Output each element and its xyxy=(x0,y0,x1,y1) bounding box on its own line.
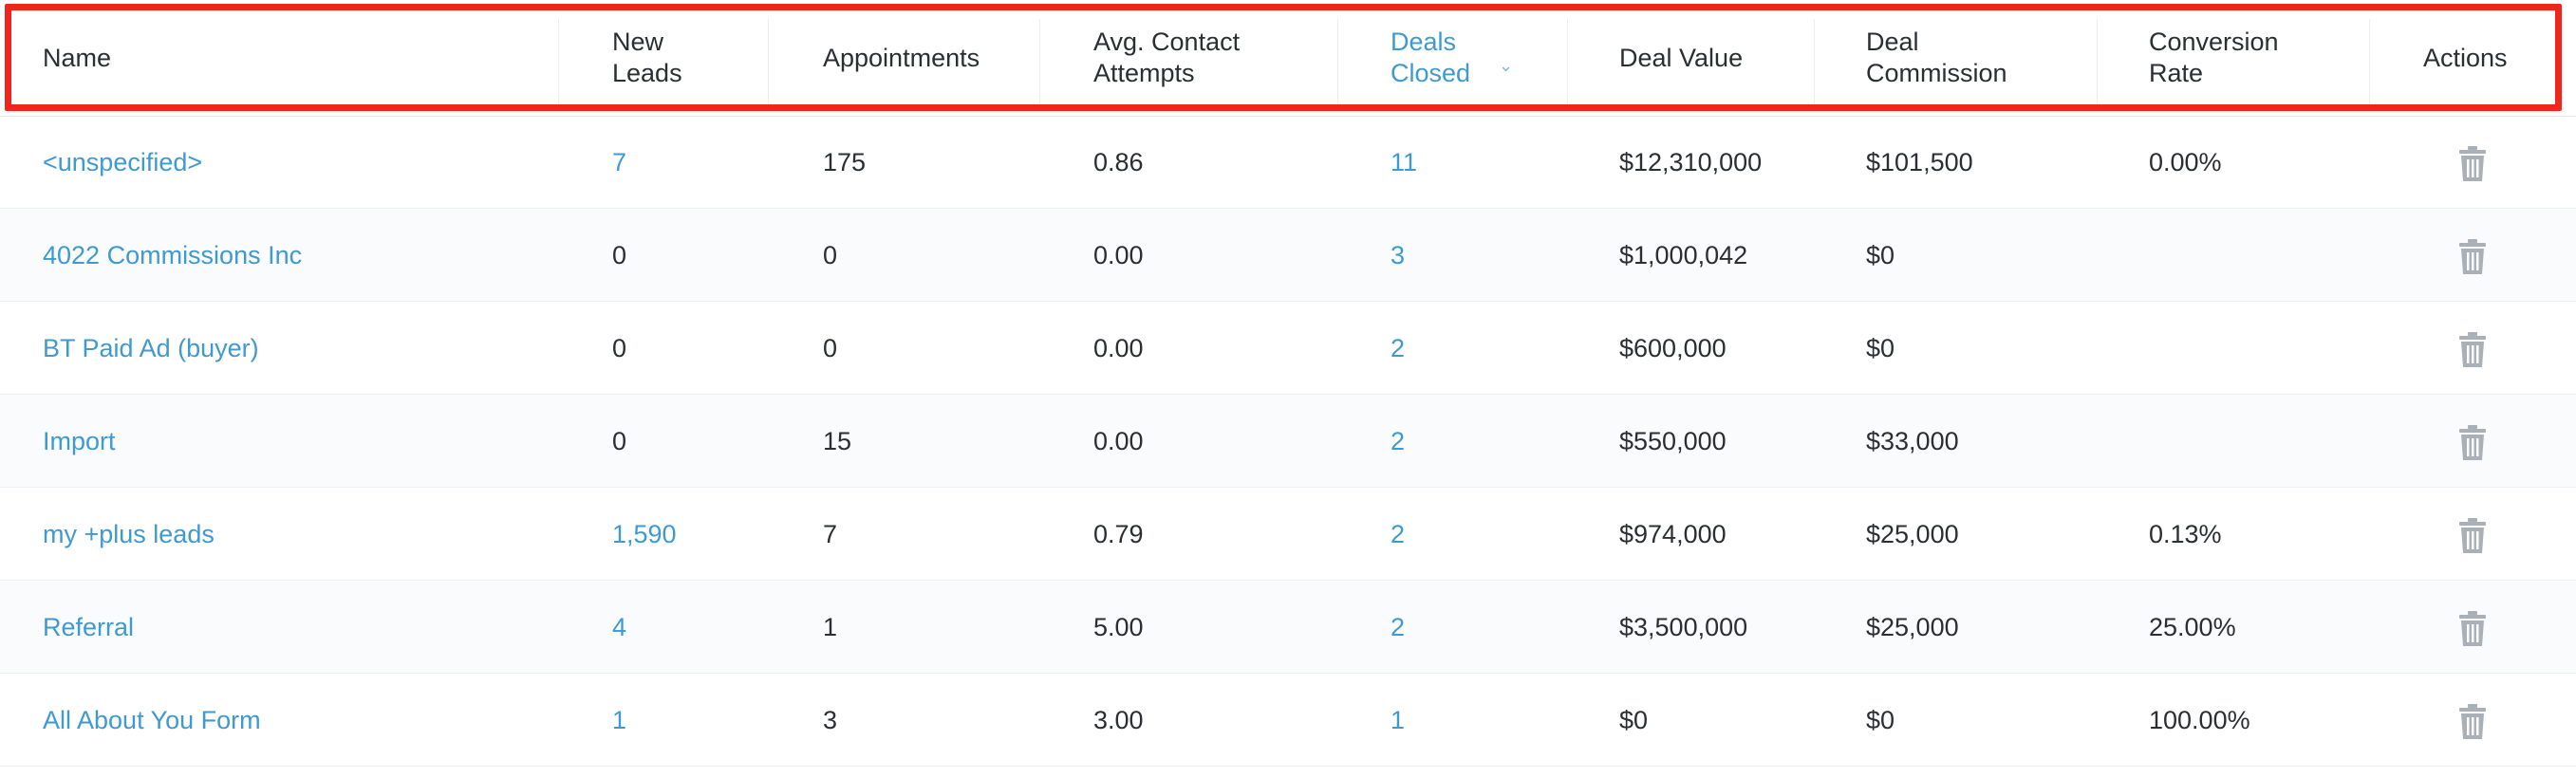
lead-source-name-link[interactable]: Referral xyxy=(43,581,134,674)
table-row: <unspecified> 7 175 0.86 11 $12,310,000 … xyxy=(0,116,2576,209)
deals-closed-link[interactable]: 3 xyxy=(1391,209,1405,302)
column-divider xyxy=(2369,19,2370,104)
lead-source-report: Name New Leads Appointments Avg. Contact… xyxy=(0,0,2576,778)
lead-source-name-link[interactable]: BT Paid Ad (buyer) xyxy=(43,302,259,395)
appointments-value: 15 xyxy=(823,426,852,455)
new-leads-link[interactable]: 1 xyxy=(612,674,626,767)
header-deal-value[interactable]: Deal Value xyxy=(1619,0,1828,116)
new-leads-value: 0 xyxy=(612,333,627,362)
lead-source-name-link[interactable]: 4022 Commissions Inc xyxy=(43,209,302,302)
deal-commission-value: $25,000 xyxy=(1866,519,1959,548)
lead-source-name-link[interactable]: my +plus leads xyxy=(43,488,215,581)
table-row: Import 0 15 0.00 2 $550,000 $33,000 xyxy=(0,395,2576,488)
header-new-leads[interactable]: New Leads xyxy=(612,0,755,116)
header-appointments[interactable]: Appointments xyxy=(823,0,1032,116)
trash-icon[interactable] xyxy=(2458,611,2487,647)
avg-contact-attempts-value: 3.00 xyxy=(1093,705,1144,734)
new-leads-value: 0 xyxy=(612,240,627,269)
column-divider xyxy=(1039,19,1040,104)
header-actions: Actions xyxy=(2423,43,2508,72)
deal-value: $1,000,042 xyxy=(1619,240,1748,269)
lead-source-name-link[interactable]: <unspecified> xyxy=(43,116,202,209)
trash-icon[interactable] xyxy=(2458,518,2487,554)
avg-contact-attempts-value: 0.00 xyxy=(1093,333,1144,362)
appointments-value: 7 xyxy=(823,519,838,548)
column-divider xyxy=(1337,19,1338,104)
header-conversion-rate[interactable]: Conversion Rate xyxy=(2149,0,2358,116)
deal-commission-value: $33,000 xyxy=(1866,426,1959,455)
table-row: 4022 Commissions Inc 0 0 0.00 3 $1,000,0… xyxy=(0,209,2576,302)
trash-icon[interactable] xyxy=(2458,239,2487,275)
column-divider xyxy=(2097,19,2098,104)
deal-value: $600,000 xyxy=(1619,333,1727,362)
conversion-rate-value: 25.00% xyxy=(2149,612,2236,641)
column-divider xyxy=(768,19,769,104)
deals-closed-link[interactable]: 2 xyxy=(1391,395,1405,488)
new-leads-link[interactable]: 7 xyxy=(612,116,626,209)
deals-closed-link[interactable]: 1 xyxy=(1391,674,1405,767)
deal-value: $3,500,000 xyxy=(1619,612,1748,641)
table-row: BT Paid Ad (buyer) 0 0 0.00 2 $600,000 $… xyxy=(0,302,2576,395)
lead-source-name-link[interactable]: All About You Form xyxy=(43,674,261,767)
trash-icon[interactable] xyxy=(2458,704,2487,740)
table-row: All About You Form 1 3 3.00 1 $0 $0 100.… xyxy=(0,674,2576,767)
deal-value: $974,000 xyxy=(1619,519,1727,548)
conversion-rate-value: 100.00% xyxy=(2149,705,2250,734)
appointments-value: 0 xyxy=(823,240,838,269)
header-name[interactable]: Name xyxy=(43,0,327,116)
appointments-value: 1 xyxy=(823,612,838,641)
deal-commission-value: $0 xyxy=(1866,333,1895,362)
deal-commission-value: $0 xyxy=(1866,705,1895,734)
trash-icon[interactable] xyxy=(2458,332,2487,368)
deal-commission-value: $0 xyxy=(1866,240,1895,269)
avg-contact-attempts-value: 0.00 xyxy=(1093,426,1144,455)
new-leads-link[interactable]: 1,590 xyxy=(612,488,677,581)
conversion-rate-value: 0.00% xyxy=(2149,147,2222,176)
avg-contact-attempts-value: 5.00 xyxy=(1093,612,1144,641)
header-deal-commission[interactable]: Deal Commission xyxy=(1866,0,2075,116)
trash-icon[interactable] xyxy=(2458,146,2487,182)
deal-commission-value: $25,000 xyxy=(1866,612,1959,641)
avg-contact-attempts-value: 0.00 xyxy=(1093,240,1144,269)
avg-contact-attempts-value: 0.86 xyxy=(1093,147,1144,176)
avg-contact-attempts-value: 0.79 xyxy=(1093,519,1144,548)
column-divider xyxy=(1567,19,1568,104)
deal-value: $550,000 xyxy=(1619,426,1727,455)
deals-closed-link[interactable]: 2 xyxy=(1391,302,1405,395)
deals-closed-link[interactable]: 2 xyxy=(1391,581,1405,674)
deal-value: $0 xyxy=(1619,705,1649,734)
table-row: Referral 4 1 5.00 2 $3,500,000 $25,000 2… xyxy=(0,581,2576,674)
new-leads-link[interactable]: 4 xyxy=(612,581,626,674)
column-divider xyxy=(558,19,559,104)
column-divider xyxy=(1814,19,1815,104)
conversion-rate-value: 0.13% xyxy=(2149,519,2222,548)
chevron-down-icon[interactable]: ⌄ xyxy=(1499,50,1513,82)
header-deals-closed[interactable]: Deals Closed ⌄ xyxy=(1391,0,1580,116)
deal-commission-value: $101,500 xyxy=(1866,147,1973,176)
appointments-value: 0 xyxy=(823,333,838,362)
trash-icon[interactable] xyxy=(2458,425,2487,461)
deal-value: $12,310,000 xyxy=(1619,147,1763,176)
appointments-value: 3 xyxy=(823,705,838,734)
new-leads-value: 0 xyxy=(612,426,627,455)
deals-closed-link[interactable]: 11 xyxy=(1391,116,1417,209)
appointments-value: 175 xyxy=(823,147,867,176)
deals-closed-link[interactable]: 2 xyxy=(1391,488,1405,581)
lead-source-name-link[interactable]: Import xyxy=(43,395,116,488)
table-header: Name New Leads Appointments Avg. Contact… xyxy=(0,0,2576,117)
header-avg-contact-attempts[interactable]: Avg. Contact Attempts xyxy=(1093,0,1312,116)
table-row: my +plus leads 1,590 7 0.79 2 $974,000 $… xyxy=(0,488,2576,581)
